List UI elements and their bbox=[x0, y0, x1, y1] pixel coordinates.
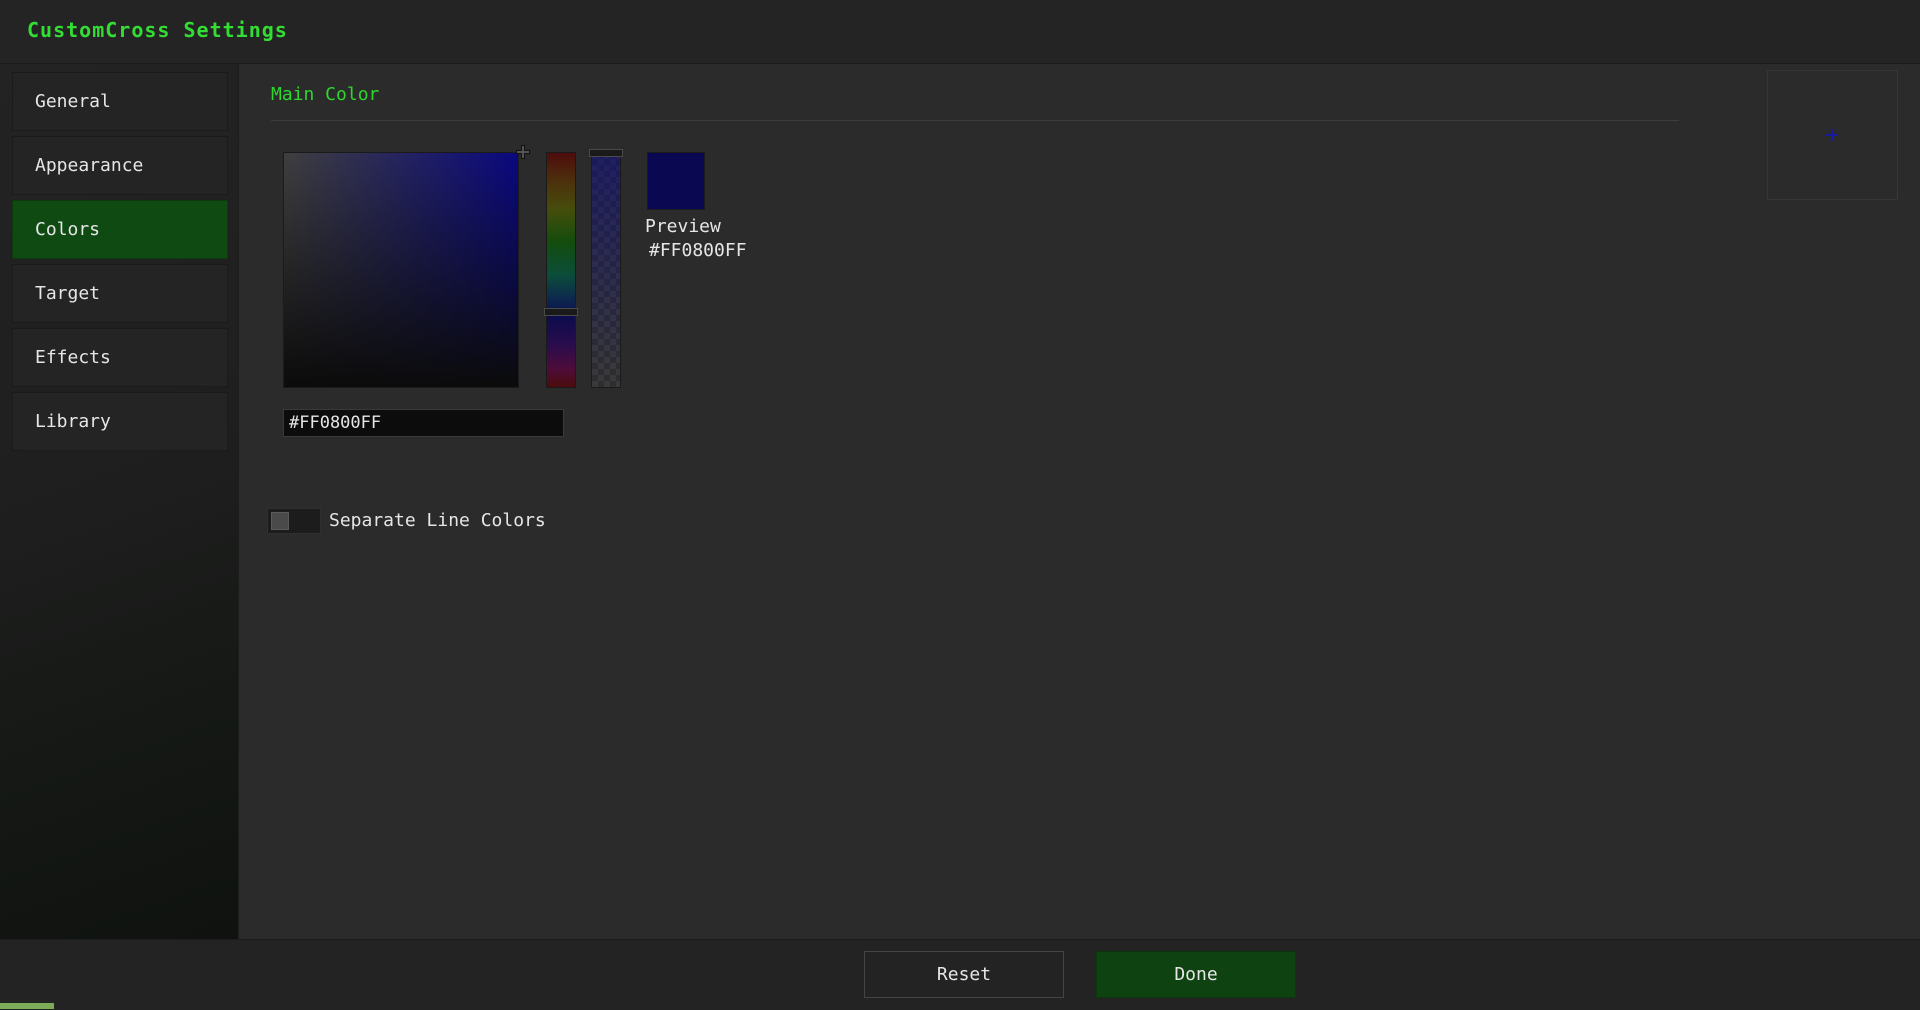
preview-label: Preview bbox=[645, 216, 721, 237]
main-panel: Main Color Preview #FF0800FF Separate Li… bbox=[239, 64, 1920, 939]
crosshair-icon bbox=[1826, 129, 1838, 141]
saturation-value-picker[interactable] bbox=[283, 152, 519, 388]
reset-button[interactable]: Reset bbox=[864, 951, 1064, 998]
alpha-slider[interactable] bbox=[591, 152, 621, 388]
app-title: CustomCross Settings bbox=[27, 18, 288, 42]
sidebar-item-label: General bbox=[35, 91, 111, 112]
sidebar-item-effects[interactable]: Effects bbox=[12, 328, 228, 387]
separate-line-colors-label: Separate Line Colors bbox=[329, 510, 546, 531]
toggle-knob bbox=[271, 512, 289, 530]
sidebar-item-general[interactable]: General bbox=[12, 72, 228, 131]
sidebar-item-label: Target bbox=[35, 283, 101, 304]
sidebar: General Appearance Colors Target Effects… bbox=[0, 64, 239, 939]
hue-slider[interactable] bbox=[546, 152, 576, 388]
sidebar-item-target[interactable]: Target bbox=[12, 264, 228, 323]
title-bar: CustomCross Settings bbox=[0, 0, 1920, 64]
preview-hex-value: #FF0800FF bbox=[649, 240, 747, 261]
sidebar-item-label: Effects bbox=[35, 347, 111, 368]
sidebar-item-library[interactable]: Library bbox=[12, 392, 228, 451]
section-divider bbox=[271, 120, 1679, 121]
crosshair-preview bbox=[1767, 70, 1898, 200]
sidebar-item-label: Appearance bbox=[35, 155, 144, 176]
separate-line-colors-toggle[interactable] bbox=[267, 508, 321, 534]
section-title: Main Color bbox=[271, 84, 380, 105]
picker-crosshair-icon[interactable] bbox=[515, 144, 531, 160]
corner-thumbnail bbox=[0, 1003, 54, 1009]
sidebar-item-appearance[interactable]: Appearance bbox=[12, 136, 228, 195]
sidebar-item-label: Colors bbox=[35, 219, 101, 240]
hex-color-input[interactable] bbox=[283, 409, 564, 437]
color-preview-swatch bbox=[647, 152, 705, 210]
alpha-slider-handle[interactable] bbox=[589, 149, 623, 157]
hue-slider-handle[interactable] bbox=[544, 308, 578, 316]
footer-bar: Reset Done bbox=[0, 939, 1920, 1010]
sidebar-item-colors[interactable]: Colors bbox=[12, 200, 228, 259]
sidebar-item-label: Library bbox=[35, 411, 111, 432]
done-button[interactable]: Done bbox=[1096, 951, 1296, 998]
